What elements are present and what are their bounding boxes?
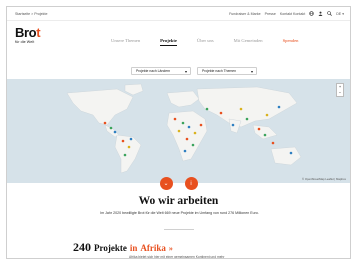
zoom-out-button[interactable]: −	[337, 90, 343, 96]
map-marker	[265, 113, 269, 117]
land-australia	[270, 146, 302, 166]
chevron-down-icon: ▾	[184, 68, 187, 74]
search-icon[interactable]	[327, 11, 333, 17]
utility-link-kontakt[interactable]: Kontakt Kontakt	[280, 12, 305, 16]
map-marker	[257, 127, 261, 131]
map-marker	[121, 139, 125, 143]
divider	[164, 229, 194, 230]
map-marker	[205, 107, 209, 111]
map-marker	[123, 153, 127, 157]
land-greenland	[124, 83, 144, 96]
project-count-in: in	[129, 243, 138, 253]
map-marker	[289, 151, 293, 155]
project-region-link[interactable]: Afrika	[140, 243, 166, 253]
logo-wordmark-accent: t	[36, 25, 41, 40]
map-marker	[187, 125, 191, 129]
nav-item-gemeinden[interactable]: Mit Gemeinden	[234, 38, 263, 46]
map-marker	[245, 117, 249, 121]
nav-item-ueber-uns[interactable]: Über uns	[197, 38, 214, 46]
map-action-buttons: ⌄ i	[7, 177, 350, 190]
map-marker	[183, 149, 187, 153]
utility-links: Fundraiser & Marke Presse Kontakt Kontak…	[229, 11, 344, 17]
map-marker	[109, 126, 113, 130]
map-marker	[191, 143, 195, 147]
land-south-america	[114, 134, 142, 174]
user-icon[interactable]	[318, 11, 323, 17]
land-africa	[166, 110, 208, 162]
map-marker	[173, 117, 177, 121]
land-asia	[196, 86, 298, 128]
world-map-canvas[interactable]	[7, 79, 350, 183]
map-marker	[239, 107, 243, 111]
country-filter-select[interactable]: Projekte nach Ländern ▾	[131, 67, 191, 75]
map-marker	[199, 123, 203, 127]
map-filters: Projekte nach Ländern ▾ Projekte nach Th…	[131, 67, 257, 75]
land-india	[228, 118, 242, 134]
brand-logo[interactable]: Brot für die Welt	[15, 25, 45, 44]
topic-filter-select[interactable]: Projekte nach Themen ▾	[197, 67, 257, 75]
map-marker	[185, 137, 189, 141]
chevron-down-icon: ▾	[250, 68, 253, 74]
info-button[interactable]: i	[184, 177, 198, 190]
scroll-down-button[interactable]: ⌄	[159, 177, 173, 190]
logo-wordmark-main: Bro	[15, 25, 37, 40]
map-zoom-control: + −	[336, 83, 344, 97]
nav-item-projekte[interactable]: Projekte	[160, 38, 177, 46]
project-count-label: Projekte	[94, 243, 127, 253]
project-count-heading[interactable]: 240 Projekte in Afrika »	[73, 240, 173, 255]
utility-link-fundraiser[interactable]: Fundraiser & Marke	[229, 12, 261, 16]
project-count-number: 240	[73, 240, 91, 254]
map-marker	[113, 130, 117, 134]
map-marker	[263, 133, 267, 137]
topic-filter-label: Projekte nach Themen	[202, 69, 237, 73]
map-marker	[271, 141, 275, 145]
map-marker	[103, 121, 107, 125]
logo-tagline: für die Welt	[15, 40, 35, 44]
double-chevron-right-icon: »	[168, 244, 173, 253]
region-subline: Afrika bietet sich hier mit einer gemein…	[129, 255, 225, 259]
language-select[interactable]: DE ▾	[336, 12, 344, 16]
map-marker	[219, 111, 223, 115]
nav-item-themen[interactable]: Unsere Themen	[111, 38, 140, 46]
map-marker	[231, 123, 235, 127]
nav-item-spenden[interactable]: Spenden	[283, 38, 299, 46]
land-north-america	[66, 88, 134, 126]
browser-page: Startseite > Projekte Fundraiser & Marke…	[6, 6, 351, 259]
intro-text: Im Jahr 2020 bewilligte Brot für die Wel…	[100, 211, 259, 215]
world-map[interactable]: + − © OpenStreetMap Leaflet | Mapbox	[7, 79, 350, 183]
page-title: Wo wir arbeiten	[138, 195, 219, 207]
map-marker	[127, 145, 131, 149]
country-filter-label: Projekte nach Ländern	[136, 69, 171, 73]
land-southeast-asia	[252, 124, 278, 140]
utility-link-presse[interactable]: Presse	[265, 12, 276, 16]
divider	[7, 20, 350, 21]
main-nav: Unsere Themen Projekte Über uns Mit Geme…	[111, 38, 298, 46]
map-marker	[193, 131, 197, 135]
globe-icon[interactable]	[309, 11, 314, 17]
utility-bar: Startseite > Projekte Fundraiser & Marke…	[7, 7, 350, 21]
breadcrumb[interactable]: Startseite > Projekte	[15, 12, 47, 16]
map-marker	[177, 129, 181, 133]
map-marker	[181, 121, 185, 125]
map-marker	[277, 105, 281, 109]
map-marker	[129, 137, 133, 141]
land-europe	[166, 90, 200, 108]
